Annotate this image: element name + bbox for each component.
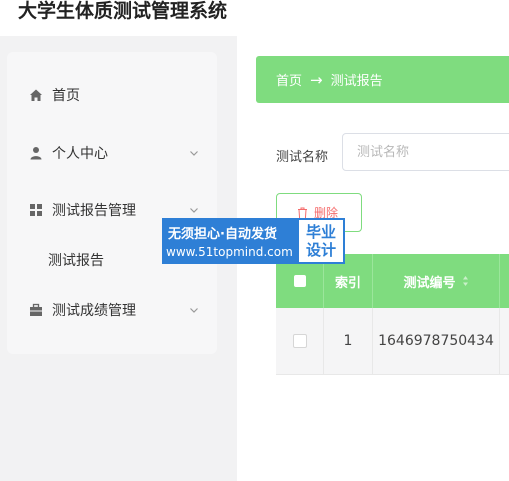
sidebar-item-home[interactable]: 首页 bbox=[7, 75, 217, 115]
search-input[interactable] bbox=[342, 133, 509, 171]
sidebar-item-personal-center[interactable]: 个人中心 bbox=[7, 133, 217, 173]
breadcrumb-current: 测试报告 bbox=[330, 74, 383, 89]
chevron-down-icon bbox=[190, 151, 198, 156]
search-label: 测试名称 bbox=[276, 150, 329, 165]
select-all-checkbox[interactable] bbox=[293, 275, 306, 287]
sidebar-item-label: 个人中心 bbox=[52, 146, 108, 162]
home-icon bbox=[30, 89, 42, 101]
watermark-badge: 毕业 设计 bbox=[297, 218, 345, 264]
watermark-text-block: 无须担心·自动发货 www.51topmind.com bbox=[162, 218, 297, 264]
row-index: 1 bbox=[324, 308, 373, 374]
watermark-badge-line2: 设计 bbox=[305, 241, 336, 259]
trash-icon bbox=[298, 207, 307, 219]
row-checkbox[interactable] bbox=[292, 334, 307, 348]
breadcrumb-arrow: → bbox=[310, 70, 323, 89]
breadcrumb: 首页 → 测试报告 bbox=[256, 56, 509, 103]
user-icon bbox=[30, 147, 42, 160]
breadcrumb-home-link[interactable]: 首页 bbox=[276, 70, 302, 89]
chevron-down-icon bbox=[190, 208, 198, 213]
header-test-no[interactable]: 测试编号 bbox=[373, 254, 500, 308]
watermark-badge-line1: 毕业 bbox=[305, 223, 336, 241]
watermark-banner: 无须担心·自动发货 www.51topmind.com 毕业 设计 bbox=[162, 218, 345, 264]
app-title: 大学生体质测试管理系统 bbox=[18, 0, 228, 22]
header-test-no-label: 测试编号 bbox=[403, 275, 456, 291]
sidebar-subitem-label: 测试报告 bbox=[48, 253, 104, 269]
watermark-slogan: 无须担心·自动发货 bbox=[168, 227, 277, 242]
sort-icon[interactable] bbox=[462, 275, 469, 287]
table-row[interactable]: 1 1646978750434 bbox=[276, 308, 509, 375]
sidebar-menu: 首页 个人中心 测试报告管理 测试报告 测试成绩管理 bbox=[7, 52, 217, 354]
sidebar-item-score-management[interactable]: 测试成绩管理 bbox=[7, 290, 217, 330]
briefcase-icon bbox=[30, 303, 42, 316]
chevron-down-icon bbox=[190, 308, 198, 313]
row-more-columns bbox=[500, 308, 509, 374]
header-index-label: 索引 bbox=[334, 275, 361, 291]
sidebar-item-label: 首页 bbox=[52, 88, 80, 104]
top-header: 大学生体质测试管理系统 bbox=[0, 0, 509, 36]
row-checkbox-cell bbox=[276, 308, 324, 374]
watermark-url: www.51topmind.com bbox=[166, 245, 293, 259]
header-more-columns bbox=[500, 254, 509, 308]
grid-icon bbox=[30, 204, 42, 216]
row-test-no: 1646978750434 bbox=[373, 308, 500, 374]
sidebar-item-label: 测试报告管理 bbox=[52, 203, 136, 219]
sidebar-item-label: 测试成绩管理 bbox=[52, 303, 136, 319]
